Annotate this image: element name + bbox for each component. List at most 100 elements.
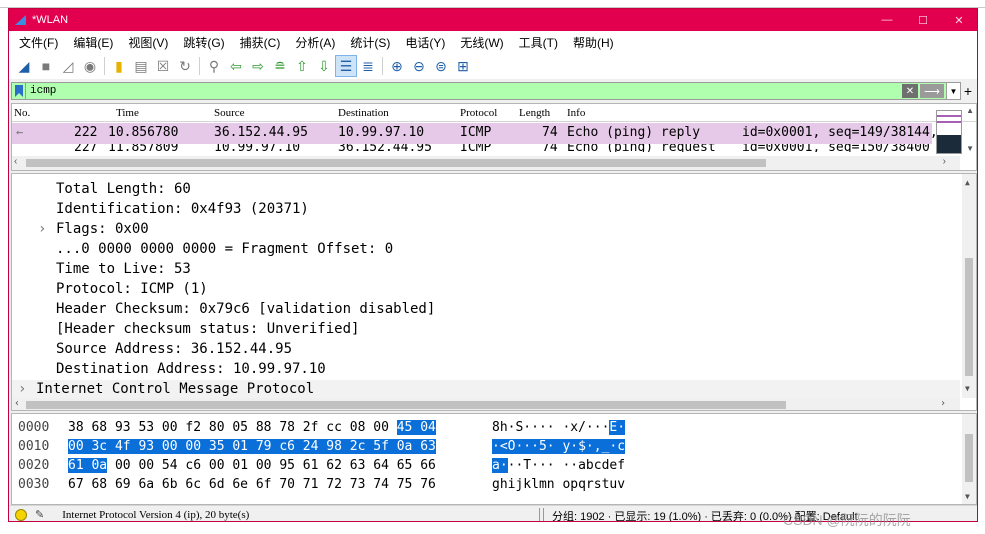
scroll-right-icon[interactable]: › [940,398,946,409]
add-filter-button-icon[interactable]: + [961,83,975,99]
maximize-button[interactable]: ☐ [905,9,941,31]
hscroll-thumb[interactable] [26,401,786,409]
bytes-row[interactable]: 0020 61 0a 00 00 54 c6 00 01 00 95 61 62… [12,457,960,476]
cell-protocol: ICMP [460,125,492,140]
menu-edit[interactable]: 编辑(E) [67,34,122,51]
cell-protocol: ICMP [460,144,492,152]
menu-capture[interactable]: 捕获(C) [234,34,290,51]
filter-bookmark-icon[interactable] [12,83,26,99]
packet-list-header: No. Time Source Destination Protocol Len… [12,104,976,122]
menu-analyze[interactable]: 分析(A) [289,34,344,51]
detail-line[interactable]: Protocol: ICMP (1) [12,280,960,300]
detail-line[interactable]: Header Checksum: 0x79c6 [validation disa… [12,300,960,320]
close-file-icon[interactable]: ☒ [152,55,174,77]
bytes-hex: 38 68 93 53 00 f2 80 05 88 78 2f cc 08 0… [68,420,436,435]
column-no[interactable]: No. [14,107,30,119]
column-info[interactable]: Info [567,107,585,119]
hscroll-thumb[interactable] [26,159,766,167]
table-row[interactable]: ← 222 10.856780 36.152.44.95 10.99.97.10… [12,123,938,144]
packet-list-hscrollbar[interactable]: ‹ › [12,156,960,170]
column-time[interactable]: Time [116,107,139,119]
detail-line[interactable]: Identification: 0x4f93 (20371) [12,200,960,220]
menu-telephony[interactable]: 电话(Y) [399,34,454,51]
menu-help[interactable]: 帮助(H) [567,34,623,51]
table-row[interactable]: 227 11.857809 10.99.97.10 36.152.44.95 I… [12,144,932,152]
column-destination[interactable]: Destination [338,107,389,119]
bytes-row[interactable]: 0000 38 68 93 53 00 f2 80 05 88 78 2f cc… [12,419,960,438]
detail-line[interactable]: Source Address: 36.152.44.95 [12,340,960,360]
zoom-normal-icon[interactable]: ⊜ [430,55,452,77]
scroll-down-icon[interactable]: ▼ [966,144,974,153]
ready-status-icon[interactable] [15,508,27,521]
menu-file[interactable]: 文件(F) [13,34,67,51]
menu-view[interactable]: 视图(V) [122,34,177,51]
back-arrow-icon[interactable]: ⇦ [225,55,247,77]
bytes-hex: 67 68 69 6a 6b 6c 6d 6e 6f 70 71 72 73 7… [68,477,436,492]
bytes-row[interactable]: 0010 00 3c 4f 93 00 00 35 01 79 c6 24 98… [12,438,960,457]
last-packet-icon[interactable]: ⇩ [313,55,335,77]
column-source[interactable]: Source [214,107,245,119]
clear-filter-icon[interactable]: ✕ [902,84,918,98]
bytes-offset: 0010 [18,439,50,454]
scroll-up-icon[interactable]: ▲ [966,106,974,115]
cell-time: 11.857809 [108,144,179,152]
save-file-icon[interactable]: ▤ [130,55,152,77]
expand-chevron-icon[interactable]: › [18,381,26,397]
close-window-button[interactable]: ✕ [941,9,977,31]
scroll-left-icon[interactable]: ‹ [14,156,17,167]
colorize-icon[interactable]: ≣ [357,55,379,77]
column-protocol[interactable]: Protocol [460,107,497,119]
cell-info: Echo (ping) reply [567,125,701,140]
menu-go[interactable]: 跳转(G) [177,34,233,51]
reload-icon[interactable]: ↻ [174,55,196,77]
filter-dropdown-icon[interactable]: ▼ [946,83,960,99]
vscroll-thumb[interactable] [965,434,973,482]
shark-fin-start-icon[interactable]: ◢ [13,55,35,77]
autoscroll-icon[interactable]: ☰ [335,55,357,77]
detail-line-flags[interactable]: › Flags: 0x00 [12,220,960,240]
minimize-button[interactable]: — [869,9,905,31]
display-filter-input[interactable] [26,83,902,99]
toolbar-separator [199,57,200,75]
bytes-vscrollbar[interactable]: ▼ [962,414,976,504]
cell-length: 74 [542,144,558,152]
detail-line[interactable]: ...0 0000 0000 0000 = Fragment Offset: 0 [12,240,960,260]
column-length[interactable]: Length [519,107,550,119]
apply-filter-arrow-icon[interactable]: ⟶ [920,84,944,98]
vscroll-thumb[interactable] [965,258,973,376]
zoom-out-icon[interactable]: ⊖ [408,55,430,77]
packet-bytes-pane: 0000 38 68 93 53 00 f2 80 05 88 78 2f cc… [11,413,977,505]
stop-square-icon[interactable]: ■ [35,55,57,77]
open-folder-icon[interactable]: ▮ [108,55,130,77]
first-packet-icon[interactable]: ⇧ [291,55,313,77]
goto-packet-icon[interactable]: ≘ [269,55,291,77]
expand-chevron-icon[interactable]: › [38,221,46,237]
packet-minimap[interactable] [936,110,962,154]
scroll-left-icon[interactable]: ‹ [14,398,20,409]
zoom-in-icon[interactable]: ⊕ [386,55,408,77]
detail-line[interactable]: [Header checksum status: Unverified] [12,320,960,340]
details-hscrollbar[interactable]: ‹ › [12,398,960,410]
scroll-up-icon[interactable]: ▲ [965,178,970,187]
menu-statistics[interactable]: 统计(S) [344,34,399,51]
details-vscrollbar[interactable]: ▲ ▼ [962,174,976,398]
detail-line[interactable]: Time to Live: 53 [12,260,960,280]
bytes-offset: 0030 [18,477,50,492]
detail-line-icmp[interactable]: › Internet Control Message Protocol [12,380,960,400]
scroll-down-icon[interactable]: ▼ [965,492,970,501]
resize-columns-icon[interactable]: ⊞ [452,55,474,77]
scroll-down-icon[interactable]: ▼ [965,384,970,393]
scroll-right-icon[interactable]: › [943,156,946,167]
detail-line[interactable]: Total Length: 60 [12,180,960,200]
display-filter-box: ✕ ⟶ ▼ [11,82,961,100]
menu-tools[interactable]: 工具(T) [513,34,567,51]
gear-options-icon[interactable]: ◉ [79,55,101,77]
cell-length: 74 [542,125,558,140]
edit-comment-icon[interactable]: ✎ [35,508,44,521]
forward-arrow-icon[interactable]: ⇨ [247,55,269,77]
find-icon[interactable]: ⚲ [203,55,225,77]
menu-wireless[interactable]: 无线(W) [454,34,512,51]
bytes-row[interactable]: 0030 67 68 69 6a 6b 6c 6d 6e 6f 70 71 72… [12,476,960,495]
detail-line[interactable]: Destination Address: 10.99.97.10 [12,360,960,380]
restart-fin-icon[interactable]: ◿ [57,55,79,77]
